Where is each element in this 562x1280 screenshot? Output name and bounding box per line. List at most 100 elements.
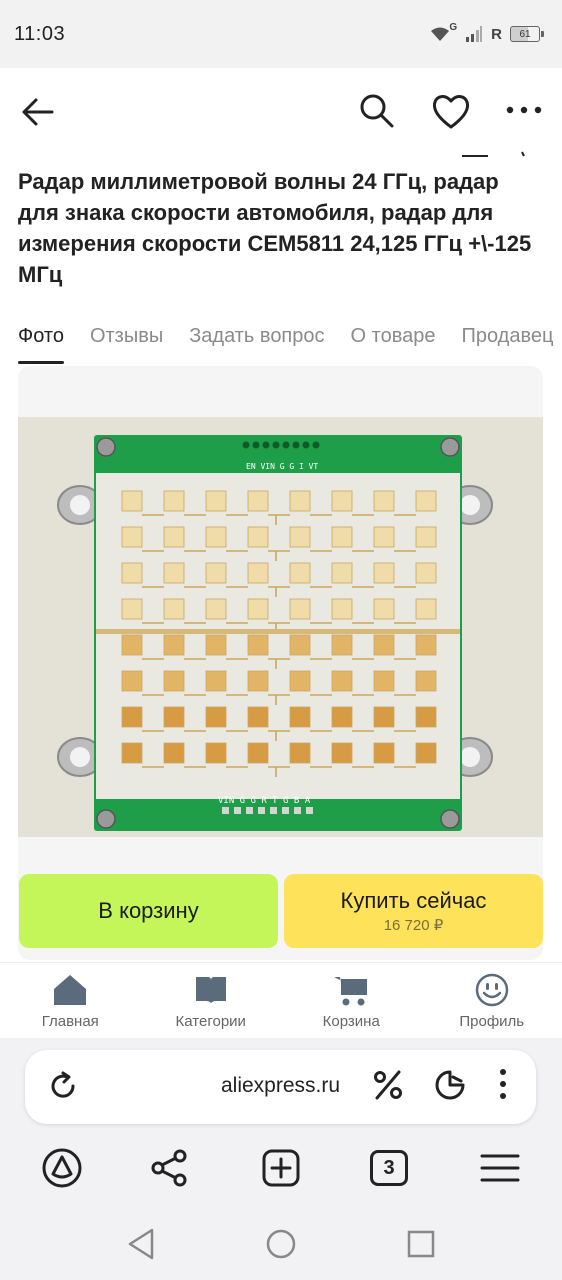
antenna-pad bbox=[289, 562, 311, 584]
antenna-pad bbox=[163, 742, 185, 764]
antenna-pad bbox=[289, 742, 311, 764]
antenna-pad bbox=[331, 706, 353, 728]
antenna-pad bbox=[415, 706, 437, 728]
cart-icon bbox=[334, 977, 368, 1006]
antenna-pad bbox=[121, 490, 143, 512]
browser-toolbar: 3 bbox=[0, 1146, 562, 1190]
header-pin bbox=[246, 807, 253, 814]
header-pin bbox=[312, 441, 320, 449]
nav-cart[interactable]: Корзина bbox=[281, 963, 422, 1038]
antenna-pad bbox=[163, 598, 185, 620]
nav-profile-label: Профиль bbox=[459, 1013, 525, 1030]
system-navigation-bar bbox=[0, 1218, 562, 1278]
tab-ask-question[interactable]: Задать вопрос bbox=[189, 318, 324, 364]
tab-seller[interactable]: Продавец bbox=[461, 318, 553, 364]
antenna-pad bbox=[415, 562, 437, 584]
antenna-pad bbox=[121, 562, 143, 584]
antenna-pad bbox=[415, 490, 437, 512]
antenna-pad bbox=[331, 526, 353, 548]
antenna-pad bbox=[247, 742, 269, 764]
buy-now-button[interactable]: Купить сейчас 16 720 ₽ bbox=[284, 874, 543, 948]
nav-home[interactable]: Главная bbox=[0, 963, 141, 1038]
antenna-pad bbox=[247, 670, 269, 692]
add-to-cart-button[interactable]: В корзину bbox=[19, 874, 278, 948]
header-pin bbox=[282, 807, 289, 814]
buy-now-label: Купить сейчас bbox=[340, 888, 487, 913]
status-icons: G R 61 bbox=[429, 22, 544, 43]
new-tab-icon[interactable] bbox=[259, 1146, 303, 1190]
mounting-hole-center bbox=[70, 747, 90, 767]
product-photo[interactable]: EN VIN G G I VT VIN G G R T G B A bbox=[18, 417, 543, 837]
tab-reviews[interactable]: Отзывы bbox=[90, 318, 163, 364]
product-tabs: Фото Отзывы Задать вопрос О товаре Прода… bbox=[18, 318, 562, 366]
antenna-pad bbox=[415, 526, 437, 548]
product-gallery[interactable]: EN VIN G G I VT VIN G G R T G B A bbox=[18, 366, 543, 960]
tab-about-product[interactable]: О товаре bbox=[351, 318, 436, 364]
header-pin bbox=[272, 441, 280, 449]
antenna-pad bbox=[205, 598, 227, 620]
antenna-pad bbox=[289, 670, 311, 692]
header-pin bbox=[234, 807, 241, 814]
antenna-pad bbox=[373, 562, 395, 584]
nav-profile[interactable]: Профиль bbox=[422, 963, 562, 1038]
antenna-pad bbox=[121, 634, 143, 656]
antenna-pad bbox=[289, 526, 311, 548]
share-icon[interactable] bbox=[148, 1146, 192, 1190]
antenna-pad bbox=[205, 670, 227, 692]
antenna-pad bbox=[121, 526, 143, 548]
tabs-count-button[interactable]: 3 bbox=[370, 1150, 408, 1186]
antenna-pad bbox=[205, 526, 227, 548]
discount-percent-icon[interactable] bbox=[371, 1068, 405, 1102]
antenna-pad bbox=[121, 706, 143, 728]
antenna-pad bbox=[247, 634, 269, 656]
browser-menu-icon[interactable] bbox=[495, 1066, 511, 1102]
heart-icon[interactable] bbox=[430, 90, 472, 132]
antenna-pad bbox=[247, 490, 269, 512]
app-bar bbox=[0, 68, 562, 154]
system-recents-icon[interactable] bbox=[403, 1226, 439, 1262]
nav-categories[interactable]: Категории bbox=[141, 963, 282, 1038]
antenna-pad bbox=[163, 706, 185, 728]
antenna-pad bbox=[373, 742, 395, 764]
antenna-pad bbox=[121, 598, 143, 620]
address-bar[interactable]: aliexpress.ru bbox=[25, 1050, 536, 1124]
price-label: 16 720 ₽ bbox=[383, 917, 444, 934]
antenna-pad bbox=[373, 598, 395, 620]
protect-pie-icon[interactable] bbox=[433, 1068, 467, 1102]
nav-categories-label: Категории bbox=[175, 1013, 246, 1030]
status-bar: 11:03 G R 61 bbox=[0, 0, 562, 68]
screw bbox=[440, 809, 460, 829]
antenna-pad bbox=[121, 742, 143, 764]
header-pin bbox=[306, 807, 313, 814]
wifi-icon bbox=[429, 25, 451, 43]
antenna-pad bbox=[373, 634, 395, 656]
antenna-pad bbox=[205, 706, 227, 728]
more-icon[interactable] bbox=[504, 90, 544, 130]
browser-chrome: aliexpress.ru 3 bbox=[0, 1038, 562, 1280]
screw bbox=[96, 809, 116, 829]
antenna-pad bbox=[289, 598, 311, 620]
antenna-pad bbox=[205, 742, 227, 764]
board-top-label: EN VIN G G I VT bbox=[246, 462, 318, 471]
nav-cart-label: Корзина bbox=[322, 1013, 380, 1030]
alice-assistant-icon[interactable] bbox=[40, 1146, 84, 1190]
search-icon[interactable] bbox=[356, 90, 396, 130]
system-home-icon[interactable] bbox=[263, 1226, 299, 1262]
mounting-hole-center bbox=[460, 495, 480, 515]
antenna-pad bbox=[331, 634, 353, 656]
back-arrow-icon[interactable] bbox=[18, 92, 58, 132]
antenna-pad bbox=[205, 562, 227, 584]
antenna-pad bbox=[289, 490, 311, 512]
antenna-pad bbox=[163, 634, 185, 656]
antenna-pad bbox=[289, 634, 311, 656]
home-icon bbox=[54, 975, 87, 1005]
antenna-pad bbox=[247, 562, 269, 584]
tab-photo[interactable]: Фото bbox=[18, 318, 64, 364]
system-back-icon[interactable] bbox=[124, 1226, 160, 1262]
hamburger-menu-icon[interactable] bbox=[478, 1146, 522, 1190]
smiley-profile-icon bbox=[475, 973, 508, 1007]
antenna-pad bbox=[331, 742, 353, 764]
header-pin bbox=[292, 441, 300, 449]
antenna-pad bbox=[289, 706, 311, 728]
header-pin bbox=[262, 441, 270, 449]
